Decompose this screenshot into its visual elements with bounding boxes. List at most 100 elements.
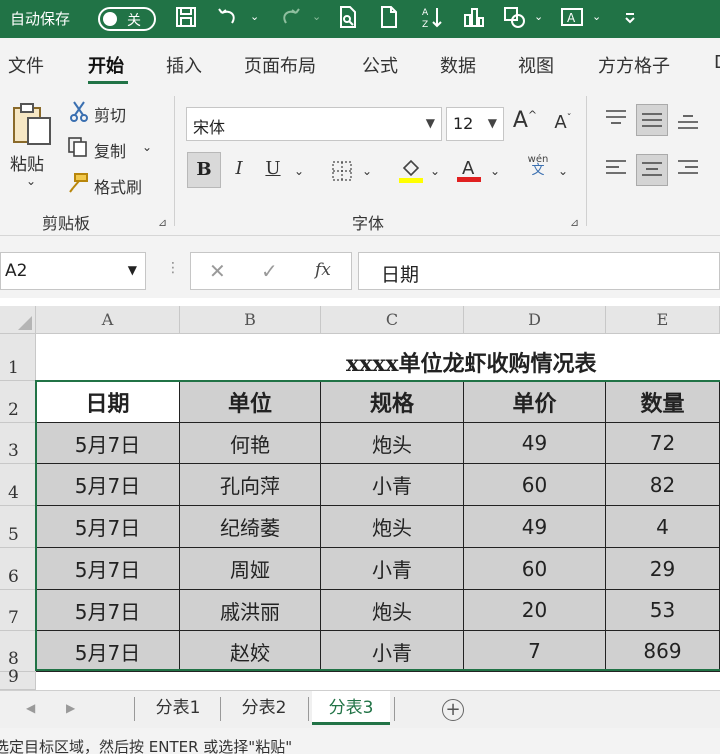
shapes-icon[interactable] bbox=[500, 5, 528, 33]
align-middle-button[interactable] bbox=[636, 104, 668, 136]
table-cell[interactable]: 49 bbox=[464, 423, 606, 464]
paste-caret-icon[interactable]: ⌄ bbox=[26, 174, 36, 188]
name-box[interactable]: A2 ▼ bbox=[0, 252, 146, 290]
table-cell[interactable]: 5月7日 bbox=[36, 423, 180, 464]
copy-label[interactable]: 复制 bbox=[94, 138, 126, 162]
row-header-3[interactable]: 3 bbox=[0, 423, 36, 464]
table-cell[interactable]: 49 bbox=[464, 506, 606, 548]
table-cell[interactable]: 小青 bbox=[321, 464, 464, 506]
row-header-5[interactable]: 5 bbox=[0, 506, 36, 548]
print-preview-icon[interactable] bbox=[334, 5, 362, 33]
format-painter-icon[interactable] bbox=[66, 172, 90, 199]
font-color-caret-icon[interactable]: ⌄ bbox=[490, 164, 500, 178]
column-header-a[interactable]: A bbox=[36, 306, 180, 334]
paste-label[interactable]: 粘贴 bbox=[10, 150, 44, 175]
tab-view[interactable]: 视图 bbox=[518, 52, 554, 78]
cut-icon[interactable] bbox=[68, 100, 90, 127]
tab-insert[interactable]: 插入 bbox=[166, 52, 202, 78]
table-cell[interactable]: 4 bbox=[606, 506, 720, 548]
borders-icon[interactable] bbox=[330, 160, 354, 187]
sheet-tab-3[interactable]: 分表3 bbox=[312, 691, 390, 725]
tab-data[interactable]: 数据 bbox=[440, 52, 476, 78]
align-right-icon[interactable] bbox=[676, 158, 700, 183]
table-cell[interactable]: 869 bbox=[606, 631, 720, 672]
header-cell[interactable]: 单价 bbox=[464, 381, 606, 423]
header-cell[interactable]: 日期 bbox=[36, 381, 180, 423]
shrink-font-icon[interactable]: Aˇ bbox=[548, 112, 578, 133]
table-cell[interactable]: 赵姣 bbox=[180, 631, 321, 672]
cancel-icon[interactable]: ✕ bbox=[209, 259, 226, 283]
column-header-b[interactable]: B bbox=[180, 306, 321, 334]
table-cell[interactable]: 戚洪丽 bbox=[180, 590, 321, 631]
row-header-9[interactable]: 9 bbox=[0, 667, 36, 690]
table-cell[interactable]: 29 bbox=[606, 548, 720, 590]
underline-button[interactable]: U bbox=[262, 158, 284, 179]
font-size-select[interactable]: 12 ▼ bbox=[446, 107, 504, 141]
font-name-select[interactable]: 宋体 ▼ bbox=[186, 107, 442, 141]
table-title-cell[interactable]: xxxx单位龙虾收购情况表 bbox=[36, 334, 720, 381]
undo-icon[interactable] bbox=[214, 5, 242, 33]
underline-caret-icon[interactable]: ⌄ bbox=[294, 164, 304, 178]
table-cell[interactable]: 炮头 bbox=[321, 506, 464, 548]
row-header-7[interactable]: 7 bbox=[0, 590, 36, 631]
column-header-c[interactable]: C bbox=[321, 306, 464, 334]
row-header-6[interactable]: 6 bbox=[0, 548, 36, 590]
add-sheet-icon[interactable]: + bbox=[442, 699, 464, 721]
confirm-icon[interactable]: ✓ bbox=[261, 259, 278, 283]
fill-color-caret-icon[interactable]: ⌄ bbox=[430, 164, 440, 178]
row-header-4[interactable]: 4 bbox=[0, 464, 36, 506]
table-cell[interactable]: 60 bbox=[464, 464, 606, 506]
table-cell[interactable]: 5月7日 bbox=[36, 548, 180, 590]
insert-function-icon[interactable]: fx bbox=[315, 260, 331, 280]
table-cell[interactable]: 5月7日 bbox=[36, 506, 180, 548]
table-cell[interactable]: 5月7日 bbox=[36, 631, 180, 672]
sheet-tab-2[interactable]: 分表2 bbox=[226, 691, 302, 725]
table-cell[interactable]: 60 bbox=[464, 548, 606, 590]
sort-icon[interactable]: AZ bbox=[418, 5, 446, 33]
tab-file[interactable]: 文件 bbox=[8, 52, 44, 78]
font-launcher-icon[interactable]: ⊿ bbox=[570, 216, 579, 229]
redo-icon[interactable] bbox=[276, 5, 304, 33]
row-header-8[interactable]: 8 bbox=[0, 631, 36, 672]
save-icon[interactable] bbox=[172, 5, 200, 33]
redo-caret-icon[interactable]: ⌄ bbox=[312, 10, 321, 23]
font-color-icon[interactable]: A bbox=[456, 154, 482, 189]
phonetic-caret-icon[interactable]: ⌄ bbox=[558, 164, 568, 178]
copy-caret-icon[interactable]: ⌄ bbox=[142, 140, 152, 154]
table-cell[interactable]: 炮头 bbox=[321, 423, 464, 464]
spreadsheet-grid[interactable]: A B C D E 1 2 3 4 5 6 7 8 9 xxxx单位龙虾收购情况表 日期 单位 规格 单价 数量 5月7… bbox=[0, 306, 720, 690]
table-cell[interactable]: 纪绮萎 bbox=[180, 506, 321, 548]
table-cell[interactable]: 孔向萍 bbox=[180, 464, 321, 506]
table-cell[interactable]: 小青 bbox=[321, 631, 464, 672]
header-cell[interactable]: 数量 bbox=[606, 381, 720, 423]
table-cell[interactable]: 72 bbox=[606, 423, 720, 464]
paste-icon[interactable] bbox=[10, 100, 54, 148]
align-center-button[interactable] bbox=[636, 154, 668, 186]
column-header-d[interactable]: D bbox=[464, 306, 606, 334]
table-cell[interactable]: 周娅 bbox=[180, 548, 321, 590]
phonetic-icon[interactable]: wén 文 bbox=[524, 154, 552, 177]
formula-input[interactable]: 日期 bbox=[358, 252, 720, 290]
tab-page-layout[interactable]: 页面布局 bbox=[244, 52, 316, 78]
autosave-toggle[interactable]: 关 bbox=[98, 7, 156, 31]
column-header-e[interactable]: E bbox=[606, 306, 720, 334]
chart-icon[interactable] bbox=[460, 5, 488, 33]
tab-formulas[interactable]: 公式 bbox=[362, 52, 398, 78]
customize-icon[interactable] bbox=[616, 5, 644, 33]
table-cell[interactable]: 7 bbox=[464, 631, 606, 672]
row-header-1[interactable]: 1 bbox=[0, 334, 36, 381]
format-painter-label[interactable]: 格式刷 bbox=[94, 174, 142, 198]
bold-button[interactable]: B bbox=[187, 152, 221, 188]
clipboard-launcher-icon[interactable]: ⊿ bbox=[158, 216, 167, 229]
table-cell[interactable]: 82 bbox=[606, 464, 720, 506]
grow-font-icon[interactable]: A^ bbox=[510, 108, 540, 133]
textbox-icon[interactable]: A bbox=[558, 5, 586, 33]
table-cell[interactable]: 5月7日 bbox=[36, 590, 180, 631]
table-cell[interactable]: 20 bbox=[464, 590, 606, 631]
row-header-2[interactable]: 2 bbox=[0, 381, 36, 423]
table-cell[interactable]: 5月7日 bbox=[36, 464, 180, 506]
table-cell[interactable]: 何艳 bbox=[180, 423, 321, 464]
fill-color-icon[interactable] bbox=[398, 156, 424, 189]
next-sheet-icon[interactable]: ▶ bbox=[66, 701, 75, 715]
borders-caret-icon[interactable]: ⌄ bbox=[362, 164, 372, 178]
